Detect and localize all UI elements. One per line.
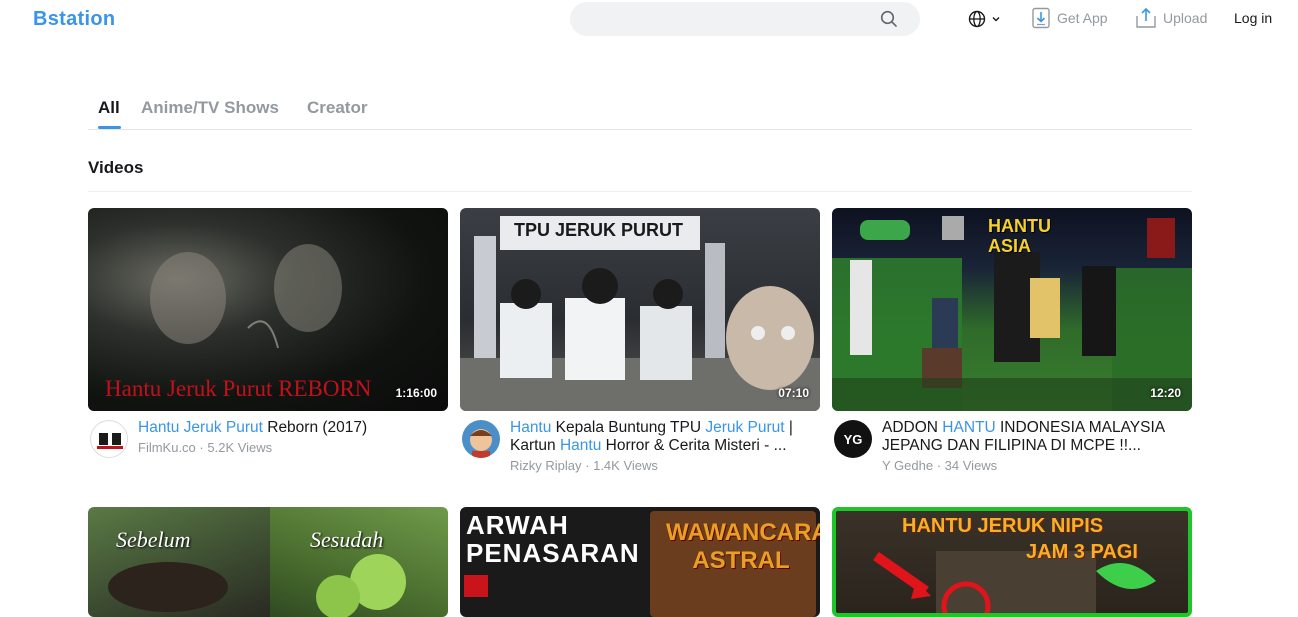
active-tab-indicator: [98, 126, 121, 129]
search-input[interactable]: [570, 2, 920, 36]
channel-name[interactable]: FilmKu.co: [138, 440, 196, 455]
get-app-label: Get App: [1057, 10, 1108, 26]
channel-name[interactable]: Rizky Riplay: [510, 458, 582, 473]
video-meta: Rizky Riplay · 1.4K Views: [510, 458, 658, 473]
upload-icon: [1136, 7, 1156, 28]
tab-all[interactable]: All: [98, 98, 120, 118]
title-text: Reborn (2017): [262, 419, 368, 436]
upload-button[interactable]: Upload: [1135, 7, 1207, 29]
video-thumbnail[interactable]: TPU JERUK PURUT 07:10: [460, 208, 820, 411]
thumbnail-caption: WAWANCARA ASTRAL: [666, 519, 820, 574]
svg-text:YG: YG: [844, 432, 863, 447]
keyword-highlight: Hantu: [510, 419, 552, 436]
thumbnail-caption: HANTU ASIA: [988, 216, 1051, 256]
channel-avatar[interactable]: [90, 420, 128, 458]
separator: ·: [936, 458, 945, 473]
search-tabs: All Anime/TV Shows Creator: [88, 96, 1192, 130]
video-title[interactable]: Hantu Kepala Buntung TPU Jeruk Purut | K…: [510, 419, 816, 455]
thumbnail-caption: ARWAH PENASARAN: [466, 510, 640, 568]
view-count: 5.2K Views: [207, 440, 273, 455]
search-icon[interactable]: [880, 10, 898, 28]
upload-label: Upload: [1163, 10, 1208, 26]
divider: [88, 191, 1192, 192]
cartoon-face-icon: [470, 429, 492, 458]
video-title[interactable]: ADDON HANTU INDONESIA MALAYSIA JEPANG DA…: [882, 419, 1188, 455]
view-count: 1.4K Views: [593, 458, 658, 473]
globe-icon: [968, 10, 986, 28]
view-count: 34 Views: [944, 458, 998, 473]
section-title: Videos: [88, 158, 144, 177]
thumbnail-art: [108, 554, 406, 617]
video-title[interactable]: Hantu Jeruk Purut Reborn (2017): [138, 419, 444, 437]
thumbnail-caption: JAM 3 PAGI: [1026, 541, 1138, 563]
title-text: ADDON: [882, 419, 943, 436]
separator: ·: [585, 458, 594, 473]
video-card[interactable]: HANTU ASIA 12:20 YG ADDON HANTU INDONESI…: [832, 208, 1192, 478]
video-card[interactable]: TPU JERUK PURUT 07:10 Hantu Kepala Buntu…: [460, 208, 820, 478]
download-icon: [1032, 7, 1050, 29]
video-thumbnail[interactable]: HANTU JERUK NIPIS JAM 3 PAGI: [832, 507, 1192, 617]
keyword-highlight: HANTU: [942, 419, 996, 436]
bstation-logo[interactable]: Bstation: [33, 8, 115, 31]
thumbnail-caption: Sebelum: [116, 527, 191, 552]
thumbnail-caption: Sesudah: [310, 527, 384, 552]
channel-name[interactable]: Y Gedhe: [882, 458, 933, 473]
keyword-highlight: Jeruk Purut: [705, 419, 785, 436]
top-header: Bstation Get App Upload Log in: [0, 0, 1298, 38]
login-link[interactable]: Log in: [1234, 10, 1272, 26]
get-app-button[interactable]: Get App: [1031, 7, 1108, 29]
title-text: Horror & Cerita Misteri - ...: [601, 437, 787, 454]
video-card[interactable]: Hantu Jeruk Purut REBORN 1:16:00 Hantu J…: [88, 208, 448, 478]
keyword-highlight: Hantu Jeruk Purut: [138, 419, 263, 436]
video-thumbnail[interactable]: Hantu Jeruk Purut REBORN 1:16:00: [88, 208, 448, 411]
video-meta: FilmKu.co · 5.2K Views: [138, 440, 272, 455]
thumbnail-caption: HANTU JERUK NIPIS: [902, 515, 1104, 537]
video-duration: 07:10: [778, 386, 809, 400]
language-selector[interactable]: [968, 9, 1008, 29]
yg-logo-icon: YG: [844, 432, 863, 447]
thumbnail-caption: Hantu Jeruk Purut REBORN: [105, 376, 372, 401]
video-duration: 1:16:00: [395, 386, 437, 400]
tab-creator[interactable]: Creator: [307, 98, 367, 118]
channel-avatar[interactable]: YG: [834, 420, 872, 458]
tab-anime-tv-shows[interactable]: Anime/TV Shows: [141, 98, 279, 118]
video-meta: Y Gedhe · 34 Views: [882, 458, 997, 473]
thumbnail-caption: TPU JERUK PURUT: [514, 220, 684, 240]
keyword-highlight: Hantu: [559, 437, 602, 454]
title-text: Kepala Buntung TPU: [551, 419, 706, 436]
video-thumbnail[interactable]: HANTU ASIA 12:20: [832, 208, 1192, 411]
badge: [464, 575, 488, 597]
video-thumbnail[interactable]: ARWAH PENASARAN WAWANCARA ASTRAL: [460, 507, 820, 617]
video-duration: 12:20: [1150, 386, 1181, 400]
channel-avatar[interactable]: [462, 420, 500, 458]
chevron-down-icon: [992, 17, 1000, 22]
video-thumbnail[interactable]: Sebelum Sesudah: [88, 507, 448, 617]
filmku-logo-icon: [97, 433, 123, 449]
